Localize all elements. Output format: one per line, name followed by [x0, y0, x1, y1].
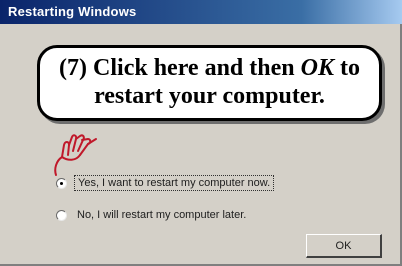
restart-dialog: Restarting Windows S D (7) Click here an…	[0, 0, 402, 266]
window-title: Restarting Windows	[8, 4, 137, 19]
title-bar: Restarting Windows	[0, 0, 402, 24]
callout-text: (7) Click here and then OK to restart yo…	[40, 54, 379, 110]
callout-line-2: restart your computer.	[94, 83, 325, 109]
restart-later-label[interactable]: No, I will restart my computer later.	[74, 208, 249, 222]
restart-now-option[interactable]: Yes, I want to restart my computer now.	[56, 174, 275, 192]
instruction-callout: (7) Click here and then OK to restart yo…	[37, 45, 382, 121]
restart-later-radio[interactable]	[56, 209, 67, 221]
callout-line-1: (7) Click here and then OK to	[59, 55, 360, 81]
restart-now-label[interactable]: Yes, I want to restart my computer now.	[74, 175, 275, 191]
ok-button[interactable]: OK	[306, 234, 382, 258]
restart-later-option[interactable]: No, I will restart my computer later.	[56, 206, 249, 224]
restart-now-radio[interactable]	[56, 177, 67, 189]
